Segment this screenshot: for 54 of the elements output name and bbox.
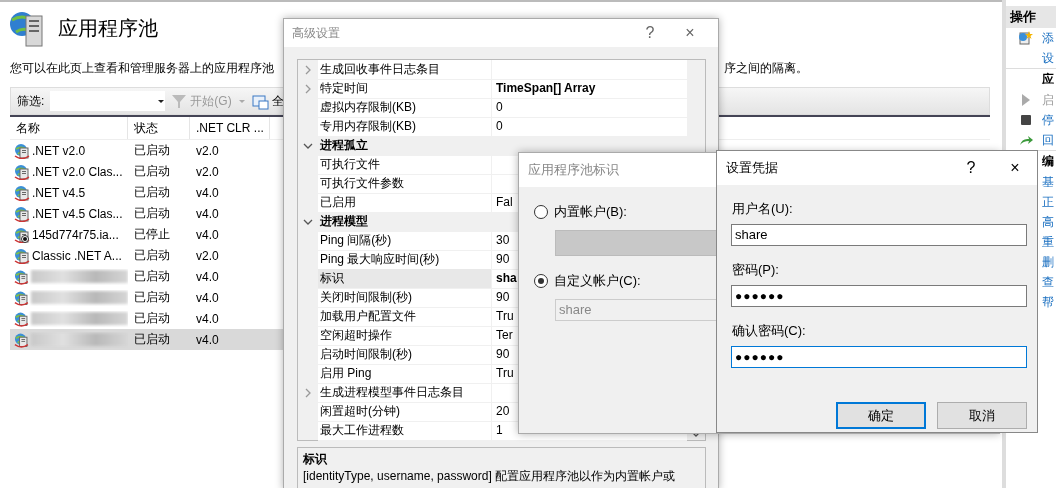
actions-section-title: 应 [1006, 68, 1056, 90]
actions-header: 操作 [1006, 6, 1056, 28]
page-title: 应用程序池 [58, 15, 158, 41]
table-cell-text: v4.0 [195, 290, 220, 305]
table-cell: .NET v4.5 [32, 185, 86, 200]
dialog-title: 高级设置 [292, 24, 341, 42]
property-value: 0 [496, 119, 503, 133]
table-cell-text: v4.0 [195, 269, 220, 284]
table-cell-text: v4.0 [195, 206, 220, 221]
table-cell-text: 已启动 [133, 247, 171, 264]
table-cell-text: 已启动 [133, 163, 171, 180]
property-value: Tru [496, 366, 514, 380]
property-value: 0 [496, 100, 503, 114]
page-description: 序之间的隔离。 [724, 60, 808, 77]
description-text: [identityType, username, password] 配置应用程序池以作为内置帐户或 [303, 469, 676, 483]
table-cell-text: v4.0 [195, 227, 220, 242]
table-cell-text: v2.0 [195, 248, 220, 263]
table-cell-text: 已启动 [133, 205, 171, 222]
table-cell-text: 已启动 [133, 142, 171, 159]
table-cell-text: 已启动 [133, 289, 171, 306]
filter-label: 筛选: [17, 92, 45, 110]
table-cell-text: 已启动 [133, 184, 171, 201]
table-cell-text: v4.0 [195, 185, 220, 200]
dialog-title: 设置凭据 [726, 159, 779, 177]
property-value: 90 [496, 347, 510, 361]
property-value: 30 [496, 233, 510, 247]
property-value: 20 [496, 404, 510, 418]
property-value: Ter [496, 328, 513, 342]
property-value: TimeSpan[] Array [496, 81, 596, 95]
table-cell: .NET v2.0 [32, 143, 86, 158]
property-value: Fal [496, 195, 513, 209]
radio-label: 自定义帐户(C): [554, 272, 641, 290]
field-label: 确认密码(C): [731, 322, 807, 340]
property-value: 90 [496, 290, 510, 304]
field-label: 密码(P): [731, 261, 780, 279]
table-cell-text: 已停止 [133, 226, 171, 243]
description-title: 标识 [303, 451, 328, 468]
page-description: 您可以在此页上查看和管理服务器上的应用程序池 [10, 60, 274, 77]
table-cell-text: v4.0 [195, 332, 220, 347]
property-value: Tru [496, 309, 514, 323]
table-cell-text: 已启动 [133, 310, 171, 327]
table-cell-text: v4.0 [195, 311, 220, 326]
table-cell: .NET v2.0 Clas... [32, 164, 123, 179]
table-cell-text: v2.0 [195, 164, 220, 179]
table-cell-text: 已启动 [133, 331, 171, 348]
table-cell-text: 已启动 [133, 268, 171, 285]
property-value: 1 [496, 423, 503, 437]
table-cell: 145d774r75.ia... [32, 227, 119, 242]
table-cell-text: v2.0 [195, 143, 220, 158]
table-cell: Classic .NET A... [32, 248, 122, 263]
table-cell: .NET v4.5 Clas... [32, 206, 123, 221]
field-label: 用户名(U): [731, 200, 794, 218]
property-value: sha [496, 271, 517, 285]
property-value: 90 [496, 252, 510, 266]
